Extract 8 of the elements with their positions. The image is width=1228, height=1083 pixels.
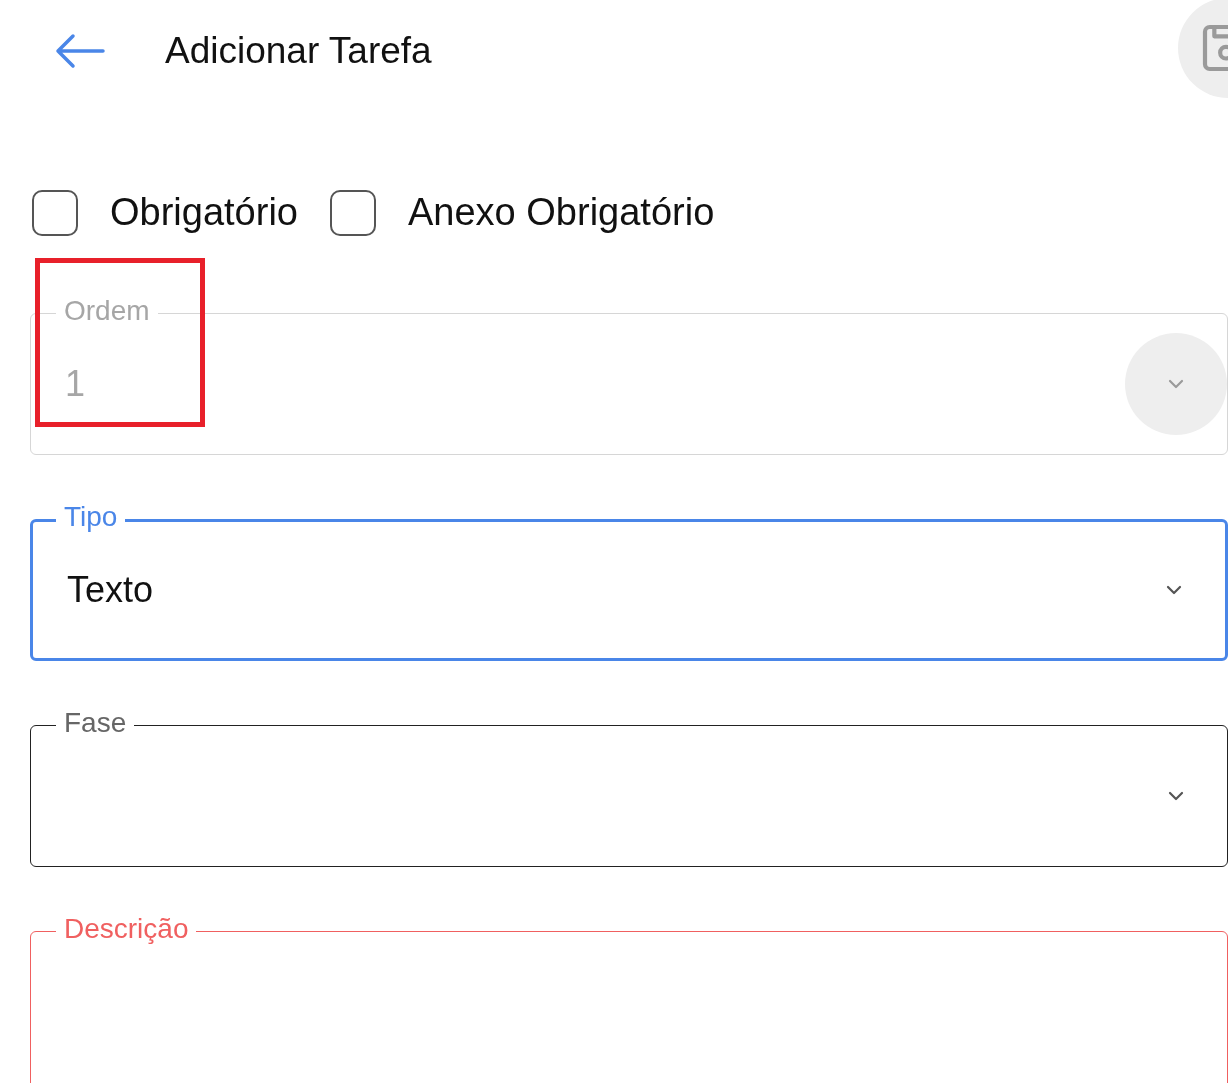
field-value: Texto [67, 568, 155, 612]
checkbox-label: Anexo Obrigatório [408, 190, 715, 235]
field-value: 1 [65, 362, 87, 406]
page-title: Adicionar Tarefa [165, 29, 433, 74]
checkbox-label: Obrigatório [110, 190, 298, 235]
checkbox[interactable] [330, 189, 376, 236]
checkbox[interactable] [32, 189, 78, 236]
back-arrow-icon[interactable] [55, 33, 105, 69]
